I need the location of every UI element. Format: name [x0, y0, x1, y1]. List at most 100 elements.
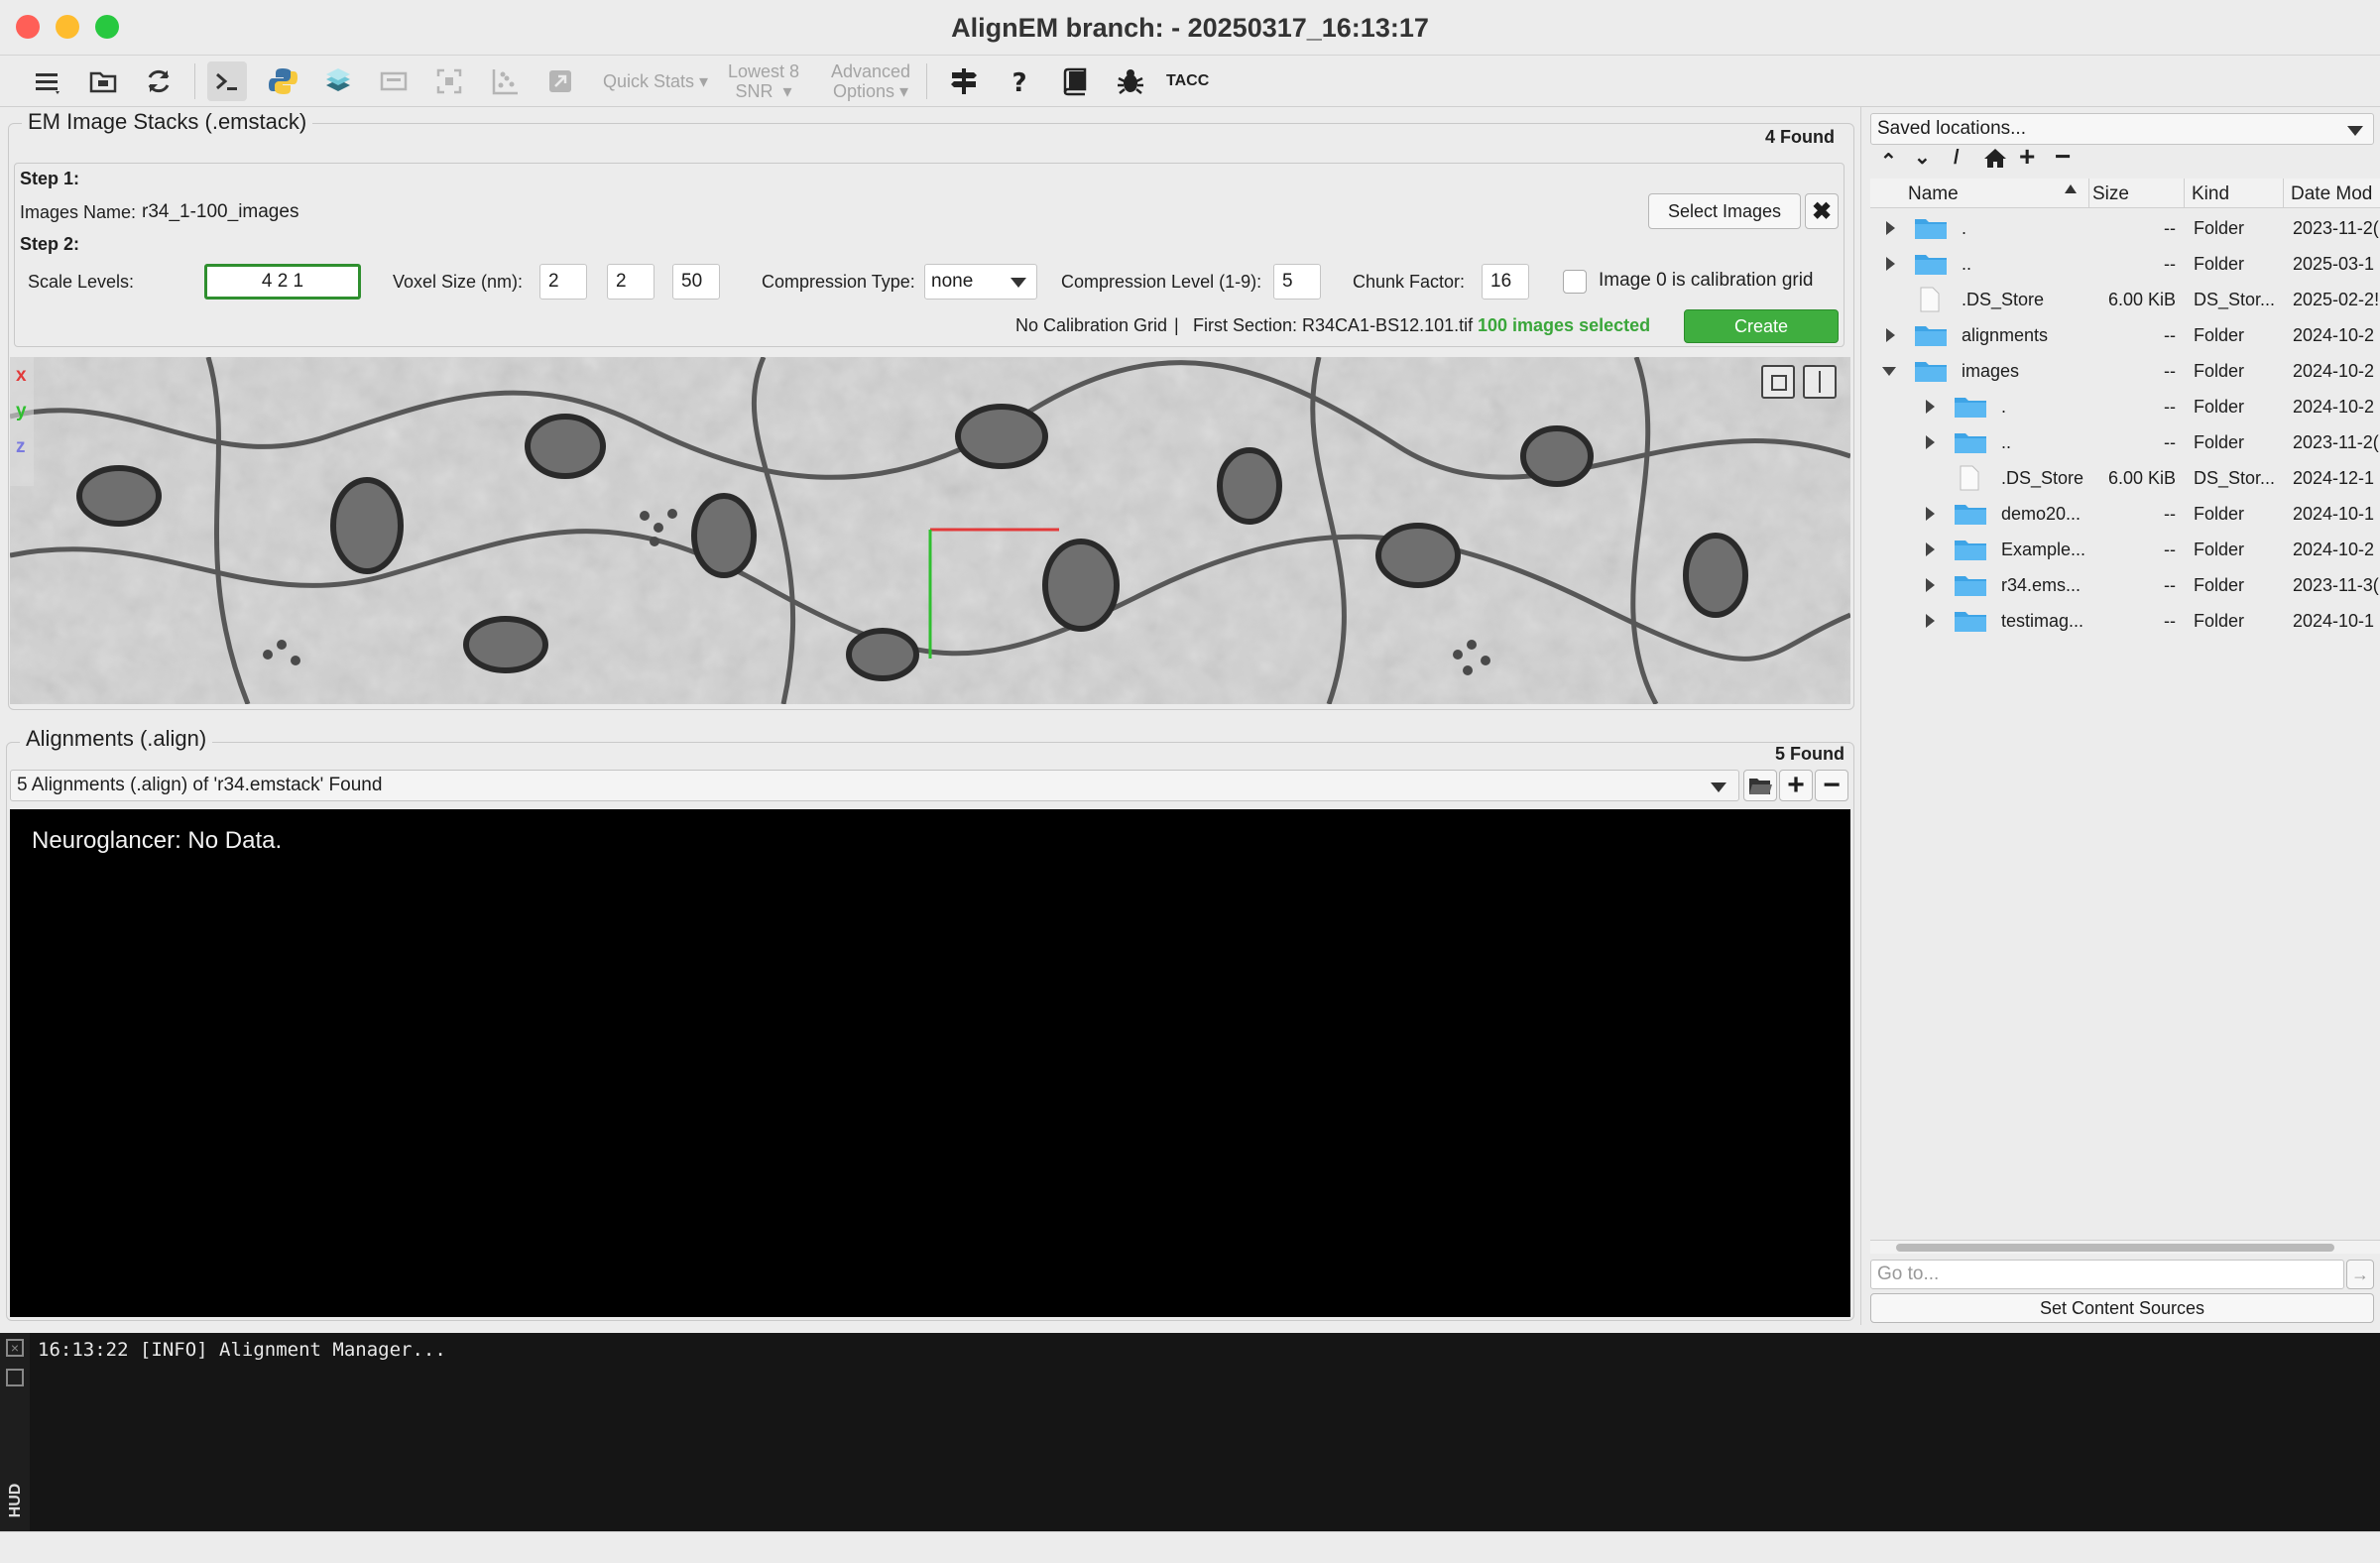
chunk-factor-label: Chunk Factor: — [1353, 272, 1466, 292]
saved-locations-combo[interactable]: Saved locations... — [1870, 113, 2374, 145]
set-content-sources-button[interactable]: Set Content Sources — [1870, 1293, 2374, 1323]
images-name-value: r34_1-100_images — [142, 201, 299, 222]
voxel-x-input[interactable]: 2 — [539, 264, 587, 300]
file-size: -- — [2164, 360, 2176, 381]
collapsed-arrow-icon[interactable] — [1926, 507, 1935, 521]
collapsed-arrow-icon[interactable] — [1886, 257, 1895, 271]
scale-levels-label: Scale Levels: — [28, 272, 135, 292]
create-button[interactable]: Create — [1684, 309, 1839, 343]
file-tree-row[interactable]: .DS_Store 6.00 KiB DS_Stor... 2024-12-1 — [1870, 460, 2380, 496]
go-arrow-icon[interactable]: → — [2346, 1260, 2374, 1289]
horizontal-scrollbar[interactable] — [1870, 1240, 2380, 1254]
neuroglancer-viewer[interactable]: Neuroglancer: No Data. — [10, 809, 1850, 1317]
viewer-layout-icon[interactable] — [1761, 365, 1795, 399]
file-date: 2024-10-1 — [2293, 610, 2375, 631]
help-icon[interactable]: ? — [1000, 61, 1039, 101]
file-name: images — [1962, 360, 2020, 381]
status-separator: | — [1174, 315, 1179, 335]
file-tree-row[interactable]: alignments -- Folder 2024-10-2 — [1870, 317, 2380, 353]
file-tree-row[interactable]: . -- Folder 2024-10-2 — [1870, 389, 2380, 424]
z-axis-label: z — [16, 436, 26, 457]
expanded-arrow-icon[interactable] — [1882, 367, 1896, 376]
open-folder-icon[interactable] — [83, 61, 123, 101]
collapsed-arrow-icon[interactable] — [1926, 435, 1935, 449]
file-tree-row[interactable]: testimag... -- Folder 2024-10-1 — [1870, 603, 2380, 639]
clear-icon[interactable]: ✖ — [1805, 193, 1839, 229]
file-tree-row[interactable]: images -- Folder 2024-10-2 — [1870, 353, 2380, 389]
close-hud-icon[interactable]: × — [6, 1339, 24, 1357]
file-tree-row[interactable]: .. -- Folder 2025-03-1 — [1870, 246, 2380, 282]
advanced-options-menu[interactable]: Advanced Options ▾ — [821, 61, 920, 101]
folder-icon — [1914, 252, 1948, 276]
split-view-icon[interactable] — [1803, 365, 1837, 399]
compression-level-input[interactable]: 5 — [1273, 264, 1321, 300]
scatter-plot-icon — [485, 61, 525, 101]
column-size[interactable]: Size — [2092, 183, 2129, 205]
voxel-z-input[interactable]: 50 — [672, 264, 720, 300]
home-icon[interactable] — [1983, 147, 2007, 174]
chevron-up-icon[interactable]: ⌃ — [1880, 149, 1897, 174]
add-alignment-icon[interactable]: + — [1779, 769, 1813, 801]
browser-header: Name Size Kind Date Mod — [1870, 179, 2380, 208]
column-date[interactable]: Date Mod — [2291, 183, 2372, 205]
chevron-down-icon[interactable]: ⌄ — [1914, 145, 1931, 170]
float-hud-icon[interactable] — [6, 1369, 24, 1386]
add-location-icon[interactable]: + — [2019, 141, 2035, 173]
file-tree-row[interactable]: Example... -- Folder 2024-10-2 — [1870, 532, 2380, 567]
collapsed-arrow-icon[interactable] — [1886, 221, 1895, 235]
em-image-viewer[interactable]: x y z — [10, 357, 1850, 704]
select-images-button[interactable]: Select Images — [1648, 193, 1801, 229]
signpost-icon[interactable] — [944, 61, 984, 101]
calibration-checkbox[interactable] — [1563, 270, 1587, 294]
file-date: 2024-10-2 — [2293, 324, 2375, 345]
folder-icon — [1954, 538, 1987, 561]
file-tree-row[interactable]: .. -- Folder 2023-11-2( — [1870, 424, 2380, 460]
terminal-icon[interactable] — [207, 61, 247, 101]
goto-input[interactable]: Go to... — [1870, 1260, 2344, 1289]
compression-type-select[interactable]: none — [924, 264, 1037, 300]
file-tree-row[interactable]: . -- Folder 2023-11-2( — [1870, 210, 2380, 246]
file-name: alignments — [1962, 324, 2049, 345]
voxel-y-input[interactable]: 2 — [607, 264, 654, 300]
file-tree-row[interactable]: demo20... -- Folder 2024-10-1 — [1870, 496, 2380, 532]
file-kind: DS_Stor... — [2194, 467, 2276, 488]
refresh-icon[interactable] — [139, 61, 178, 101]
layers-icon[interactable] — [318, 61, 358, 101]
file-kind: Folder — [2194, 324, 2245, 345]
open-alignment-folder-icon[interactable] — [1743, 770, 1777, 801]
lowest-snr-menu[interactable]: Lowest 8 SNR ▾ — [716, 61, 811, 101]
collapsed-arrow-icon[interactable] — [1886, 328, 1895, 342]
title-bar: AlignEM branch: - 20250317_16:13:17 — [0, 0, 2380, 56]
remove-location-icon[interactable]: − — [2055, 141, 2071, 173]
python-icon[interactable] — [263, 61, 302, 101]
collapsed-arrow-icon[interactable] — [1926, 400, 1935, 414]
collapsed-arrow-icon[interactable] — [1926, 542, 1935, 556]
quick-stats-menu[interactable]: Quick Stats ▾ — [603, 71, 708, 91]
chunk-factor-input[interactable]: 16 — [1482, 264, 1529, 300]
file-name: demo20... — [2001, 503, 2082, 524]
menu-icon[interactable] — [28, 61, 67, 101]
collapsed-arrow-icon[interactable] — [1926, 614, 1935, 628]
file-tree-row[interactable]: r34.ems... -- Folder 2023-11-3( — [1870, 567, 2380, 603]
column-kind[interactable]: Kind — [2192, 183, 2229, 205]
tacc-button[interactable]: TACC — [1166, 71, 1209, 91]
file-tree-row[interactable]: .DS_Store 6.00 KiB DS_Stor... 2025-02-2! — [1870, 282, 2380, 317]
scale-levels-input[interactable]: 4 2 1 — [204, 264, 361, 300]
file-date: 2024-10-2 — [2293, 539, 2375, 559]
folder-icon — [1954, 573, 1987, 597]
root-path-icon[interactable]: / — [1954, 147, 1960, 170]
voxel-size-label: Voxel Size (nm): — [393, 272, 524, 292]
folder-icon — [1954, 430, 1987, 454]
file-size: -- — [2164, 539, 2176, 559]
file-kind: Folder — [2194, 217, 2245, 238]
file-date: 2025-02-2! — [2293, 289, 2380, 309]
file-name: .. — [1962, 253, 1972, 274]
book-icon[interactable] — [1055, 61, 1095, 101]
remove-alignment-icon[interactable]: − — [1815, 769, 1848, 801]
file-size: -- — [2164, 217, 2176, 238]
column-name[interactable]: Name — [1908, 183, 1959, 205]
file-size: -- — [2164, 503, 2176, 524]
alignments-combo[interactable]: 5 Alignments (.align) of 'r34.emstack' F… — [10, 770, 1739, 801]
collapsed-arrow-icon[interactable] — [1926, 578, 1935, 592]
bug-icon[interactable] — [1111, 61, 1150, 101]
